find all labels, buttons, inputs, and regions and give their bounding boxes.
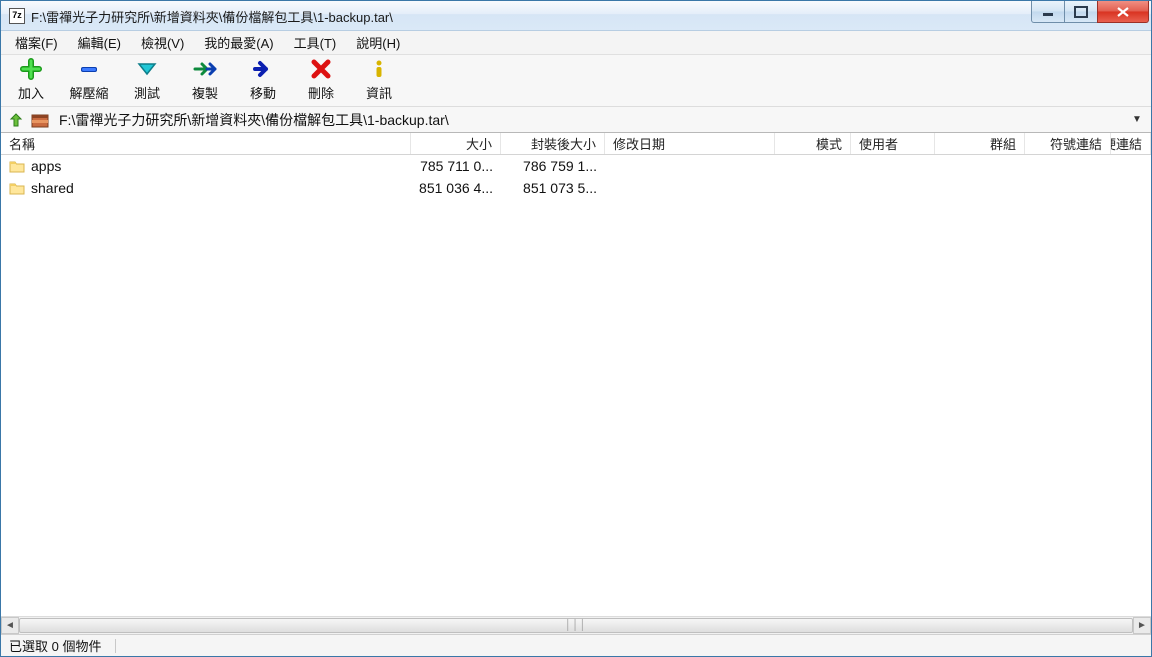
- column-header-size[interactable]: 大小: [411, 133, 501, 154]
- up-icon: [8, 112, 24, 128]
- status-selected: 已選取 0 個物件: [9, 636, 101, 655]
- address-dropdown[interactable]: ▼: [1129, 114, 1145, 125]
- toolbar: 加入 解壓縮 測試 複製 移動: [1, 55, 1151, 107]
- menu-edit[interactable]: 編輯(E): [70, 31, 129, 54]
- address-path[interactable]: F:\雷禪光子力研究所\新增資料夾\備份檔解包工具\1-backup.tar\: [55, 110, 1123, 130]
- toolbar-copy-label: 複製: [192, 83, 218, 102]
- list-item[interactable]: shared 851 036 4... 851 073 5...: [1, 177, 1151, 199]
- toolbar-test-label: 測試: [134, 83, 160, 102]
- cell-size: 851 036 4...: [411, 180, 501, 196]
- window-title: F:\雷禪光子力研究所\新增資料夾\備份檔解包工具\1-backup.tar\: [31, 6, 1032, 26]
- copy-icon: [193, 57, 217, 81]
- menu-view[interactable]: 檢視(V): [133, 31, 192, 54]
- maximize-button[interactable]: [1064, 1, 1098, 23]
- toolbar-add-label: 加入: [18, 83, 44, 102]
- menu-favorites[interactable]: 我的最愛(A): [196, 31, 281, 54]
- column-header-group[interactable]: 群組: [935, 133, 1025, 154]
- toolbar-delete[interactable]: 刪除: [299, 57, 343, 102]
- toolbar-test[interactable]: 測試: [125, 57, 169, 102]
- toolbar-copy[interactable]: 複製: [183, 57, 227, 102]
- status-bar: 已選取 0 個物件: [1, 634, 1151, 656]
- column-header-symlink[interactable]: 符號連結: [1025, 133, 1111, 154]
- up-button[interactable]: [7, 111, 25, 129]
- toolbar-extract-label: 解壓縮: [69, 83, 108, 102]
- column-header-row: 名稱 大小 封裝後大小 修改日期 模式 使用者 群組 符號連結 硬連結: [1, 133, 1151, 155]
- cell-packed: 786 759 1...: [501, 158, 605, 174]
- main-window: 7z F:\雷禪光子力研究所\新增資料夾\備份檔解包工具\1-backup.ta…: [0, 0, 1152, 657]
- file-name: apps: [31, 158, 61, 174]
- minimize-icon: [1042, 6, 1054, 18]
- add-icon: [20, 57, 42, 81]
- address-bar: F:\雷禪光子力研究所\新增資料夾\備份檔解包工具\1-backup.tar\ …: [1, 107, 1151, 133]
- maximize-icon: [1074, 6, 1088, 18]
- folder-icon: [9, 181, 25, 195]
- scroll-right-button[interactable]: ►: [1133, 617, 1151, 634]
- column-header-mode[interactable]: 模式: [775, 133, 851, 154]
- info-icon: [368, 57, 390, 81]
- archive-type-icon: [31, 111, 49, 129]
- toolbar-info[interactable]: 資訊: [357, 57, 401, 102]
- cell-size: 785 711 0...: [411, 158, 501, 174]
- column-header-user[interactable]: 使用者: [851, 133, 935, 154]
- column-header-modified[interactable]: 修改日期: [605, 133, 775, 154]
- scroll-left-button[interactable]: ◄: [1, 617, 19, 634]
- scroll-grip-icon: │││: [565, 620, 587, 631]
- menu-tools[interactable]: 工具(T): [286, 31, 345, 54]
- status-separator: [115, 639, 116, 653]
- column-header-hardlink[interactable]: 硬連結: [1111, 133, 1151, 154]
- close-button[interactable]: [1097, 1, 1149, 23]
- toolbar-move-label: 移動: [250, 83, 276, 102]
- move-icon: [252, 57, 274, 81]
- toolbar-info-label: 資訊: [366, 83, 392, 102]
- window-controls: [1032, 1, 1149, 23]
- scroll-track[interactable]: │││: [19, 617, 1133, 634]
- close-icon: [1116, 6, 1130, 18]
- toolbar-delete-label: 刪除: [308, 83, 334, 102]
- file-list[interactable]: apps 785 711 0... 786 759 1... shared 85…: [1, 155, 1151, 616]
- title-bar[interactable]: 7z F:\雷禪光子力研究所\新增資料夾\備份檔解包工具\1-backup.ta…: [1, 1, 1151, 31]
- scroll-thumb[interactable]: │││: [19, 618, 1133, 633]
- app-icon: 7z: [9, 8, 25, 24]
- menu-file[interactable]: 檔案(F): [7, 31, 66, 54]
- horizontal-scrollbar[interactable]: ◄ │││ ►: [1, 616, 1151, 634]
- list-item[interactable]: apps 785 711 0... 786 759 1...: [1, 155, 1151, 177]
- test-icon: [136, 57, 158, 81]
- toolbar-extract[interactable]: 解壓縮: [67, 57, 111, 102]
- cell-name: shared: [1, 180, 411, 196]
- cell-name: apps: [1, 158, 411, 174]
- cell-packed: 851 073 5...: [501, 180, 605, 196]
- toolbar-add[interactable]: 加入: [9, 57, 53, 102]
- menu-help[interactable]: 說明(H): [348, 31, 408, 54]
- toolbar-move[interactable]: 移動: [241, 57, 285, 102]
- folder-icon: [9, 159, 25, 173]
- menu-bar: 檔案(F) 編輯(E) 檢視(V) 我的最愛(A) 工具(T) 說明(H): [1, 31, 1151, 55]
- minimize-button[interactable]: [1031, 1, 1065, 23]
- extract-icon: [78, 57, 100, 81]
- column-header-packed[interactable]: 封裝後大小: [501, 133, 605, 154]
- file-name: shared: [31, 180, 74, 196]
- column-header-name[interactable]: 名稱: [1, 133, 411, 154]
- delete-icon: [310, 57, 332, 81]
